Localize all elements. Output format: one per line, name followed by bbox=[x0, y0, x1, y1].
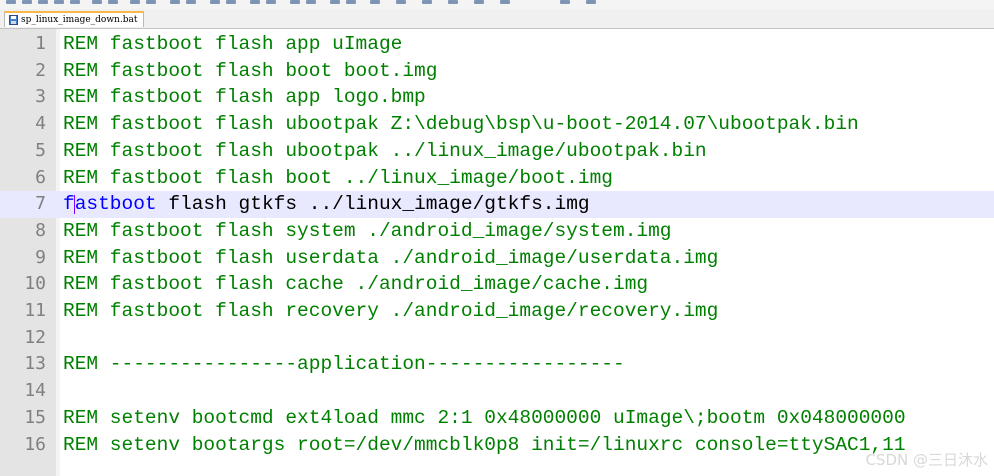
line-text[interactable]: REM fastboot flash app uImage bbox=[63, 31, 402, 58]
toolbar-icon[interactable] bbox=[70, 0, 80, 4]
line-number: 7 bbox=[35, 193, 46, 215]
code-line-15[interactable]: 15 REM setenv bootcmd ext4load mmc 2:1 0… bbox=[0, 405, 994, 432]
line-number: 14 bbox=[24, 380, 46, 402]
toolbar-strip bbox=[0, 0, 994, 9]
code-line-7-current[interactable]: 7 fastboot flash gtkfs ../linux_image/gt… bbox=[0, 191, 994, 218]
toolbar-icon[interactable] bbox=[186, 0, 196, 4]
line-text[interactable]: REM setenv bootargs root=/dev/mmcblk0p8 … bbox=[63, 432, 906, 459]
line-text[interactable]: REM fastboot flash cache ./android_image… bbox=[63, 271, 648, 298]
toolbar-icon[interactable] bbox=[422, 0, 432, 4]
toolbar-icon[interactable] bbox=[250, 0, 260, 4]
line-text[interactable]: REM fastboot flash app logo.bmp bbox=[63, 84, 426, 111]
code-line-10[interactable]: 10 REM fastboot flash cache ./android_im… bbox=[0, 271, 994, 298]
line-text[interactable]: fastboot flash gtkfs ../linux_image/gtkf… bbox=[63, 191, 590, 218]
line-number: 4 bbox=[35, 113, 46, 135]
toolbar-icon[interactable] bbox=[54, 0, 64, 4]
line-number: 5 bbox=[35, 139, 46, 161]
toolbar-icon[interactable] bbox=[22, 0, 32, 4]
toolbar-icon[interactable] bbox=[92, 0, 102, 4]
code-line-9[interactable]: 9 REM fastboot flash userdata ./android_… bbox=[0, 245, 994, 272]
code-line-8[interactable]: 8 REM fastboot flash system ./android_im… bbox=[0, 218, 994, 245]
line-text[interactable]: REM setenv bootcmd ext4load mmc 2:1 0x48… bbox=[63, 405, 906, 432]
toolbar-icon[interactable] bbox=[370, 0, 380, 4]
code-line-4[interactable]: 4 REM fastboot flash ubootpak Z:\debug\b… bbox=[0, 111, 994, 138]
toolbar-icon[interactable] bbox=[396, 0, 406, 4]
line-text-rest: flash gtkfs ../linux_image/gtkfs.img bbox=[156, 193, 590, 216]
code-line-6[interactable]: 6 REM fastboot flash boot ../linux_image… bbox=[0, 165, 994, 192]
tab-file-label: sp_linux_image_down.bat bbox=[21, 15, 138, 25]
toolbar-icon[interactable] bbox=[290, 0, 300, 4]
line-text[interactable]: REM fastboot flash system ./android_imag… bbox=[63, 218, 672, 245]
code-editor[interactable]: 1 REM fastboot flash app uImage 2 REM fa… bbox=[0, 29, 994, 476]
line-number: 3 bbox=[35, 86, 46, 108]
line-text[interactable]: REM fastboot flash ubootpak Z:\debug\bsp… bbox=[63, 111, 859, 138]
toolbar-icon[interactable] bbox=[108, 0, 118, 4]
code-line-16[interactable]: 16 REM setenv bootargs root=/dev/mmcblk0… bbox=[0, 432, 994, 459]
code-line-11[interactable]: 11 REM fastboot flash recovery ./android… bbox=[0, 298, 994, 325]
line-text[interactable]: REM fastboot flash boot boot.img bbox=[63, 58, 437, 85]
save-disk-icon bbox=[9, 15, 18, 25]
code-line-2[interactable]: 2 REM fastboot flash boot boot.img bbox=[0, 58, 994, 85]
line-number: 12 bbox=[24, 326, 46, 348]
line-number: 13 bbox=[24, 353, 46, 375]
toolbar-icon[interactable] bbox=[586, 0, 596, 4]
line-number: 6 bbox=[35, 166, 46, 188]
line-number: 10 bbox=[24, 273, 46, 295]
tab-file[interactable]: sp_linux_image_down.bat bbox=[4, 11, 145, 27]
toolbar-icon[interactable] bbox=[448, 0, 458, 4]
toolbar-icon[interactable] bbox=[330, 0, 340, 4]
toolbar-icon[interactable] bbox=[146, 0, 156, 4]
line-number: 11 bbox=[24, 300, 46, 321]
fastboot-keyword: fastboot bbox=[63, 193, 157, 216]
line-number: 15 bbox=[24, 406, 46, 428]
code-line-5[interactable]: 5 REM fastboot flash ubootpak ../linux_i… bbox=[0, 138, 994, 165]
code-line-1[interactable]: 1 REM fastboot flash app uImage bbox=[0, 31, 994, 58]
line-number: 2 bbox=[35, 59, 46, 81]
toolbar-icon[interactable] bbox=[170, 0, 180, 4]
toolbar-icon[interactable] bbox=[130, 0, 140, 4]
toolbar-icon[interactable] bbox=[474, 0, 484, 4]
code-line-13[interactable]: 13 REM ----------------application------… bbox=[0, 351, 994, 378]
line-number: 16 bbox=[24, 433, 46, 455]
line-number: 9 bbox=[35, 246, 46, 268]
line-number: 8 bbox=[35, 219, 46, 241]
tab-bar: sp_linux_image_down.bat bbox=[0, 9, 994, 29]
code-line-12[interactable]: 12 bbox=[0, 325, 994, 352]
toolbar-icon[interactable] bbox=[346, 0, 356, 4]
toolbar-icon[interactable] bbox=[210, 0, 220, 4]
toolbar-icon[interactable] bbox=[38, 0, 48, 4]
toolbar-icon[interactable] bbox=[306, 0, 316, 4]
code-line-3[interactable]: 3 REM fastboot flash app logo.bmp bbox=[0, 84, 994, 111]
toolbar-icon[interactable] bbox=[560, 0, 570, 4]
line-text[interactable]: REM fastboot flash boot ../linux_image/b… bbox=[63, 165, 613, 192]
code-line-14[interactable]: 14 bbox=[0, 378, 994, 405]
toolbar-icon[interactable] bbox=[226, 0, 236, 4]
line-text[interactable]: REM ----------------application---------… bbox=[63, 351, 625, 378]
watermark: CSDN @三日沐水 bbox=[865, 451, 988, 469]
toolbar-icon[interactable] bbox=[266, 0, 276, 4]
line-text[interactable]: REM fastboot flash ubootpak ../linux_ima… bbox=[63, 138, 707, 165]
line-text[interactable]: REM fastboot flash userdata ./android_im… bbox=[63, 245, 718, 272]
text-caret bbox=[74, 195, 75, 215]
toolbar-icon[interactable] bbox=[6, 0, 16, 4]
line-text[interactable]: REM fastboot flash recovery ./android_im… bbox=[63, 298, 718, 325]
line-number: 1 bbox=[35, 33, 46, 54]
toolbar-icon[interactable] bbox=[500, 0, 510, 4]
